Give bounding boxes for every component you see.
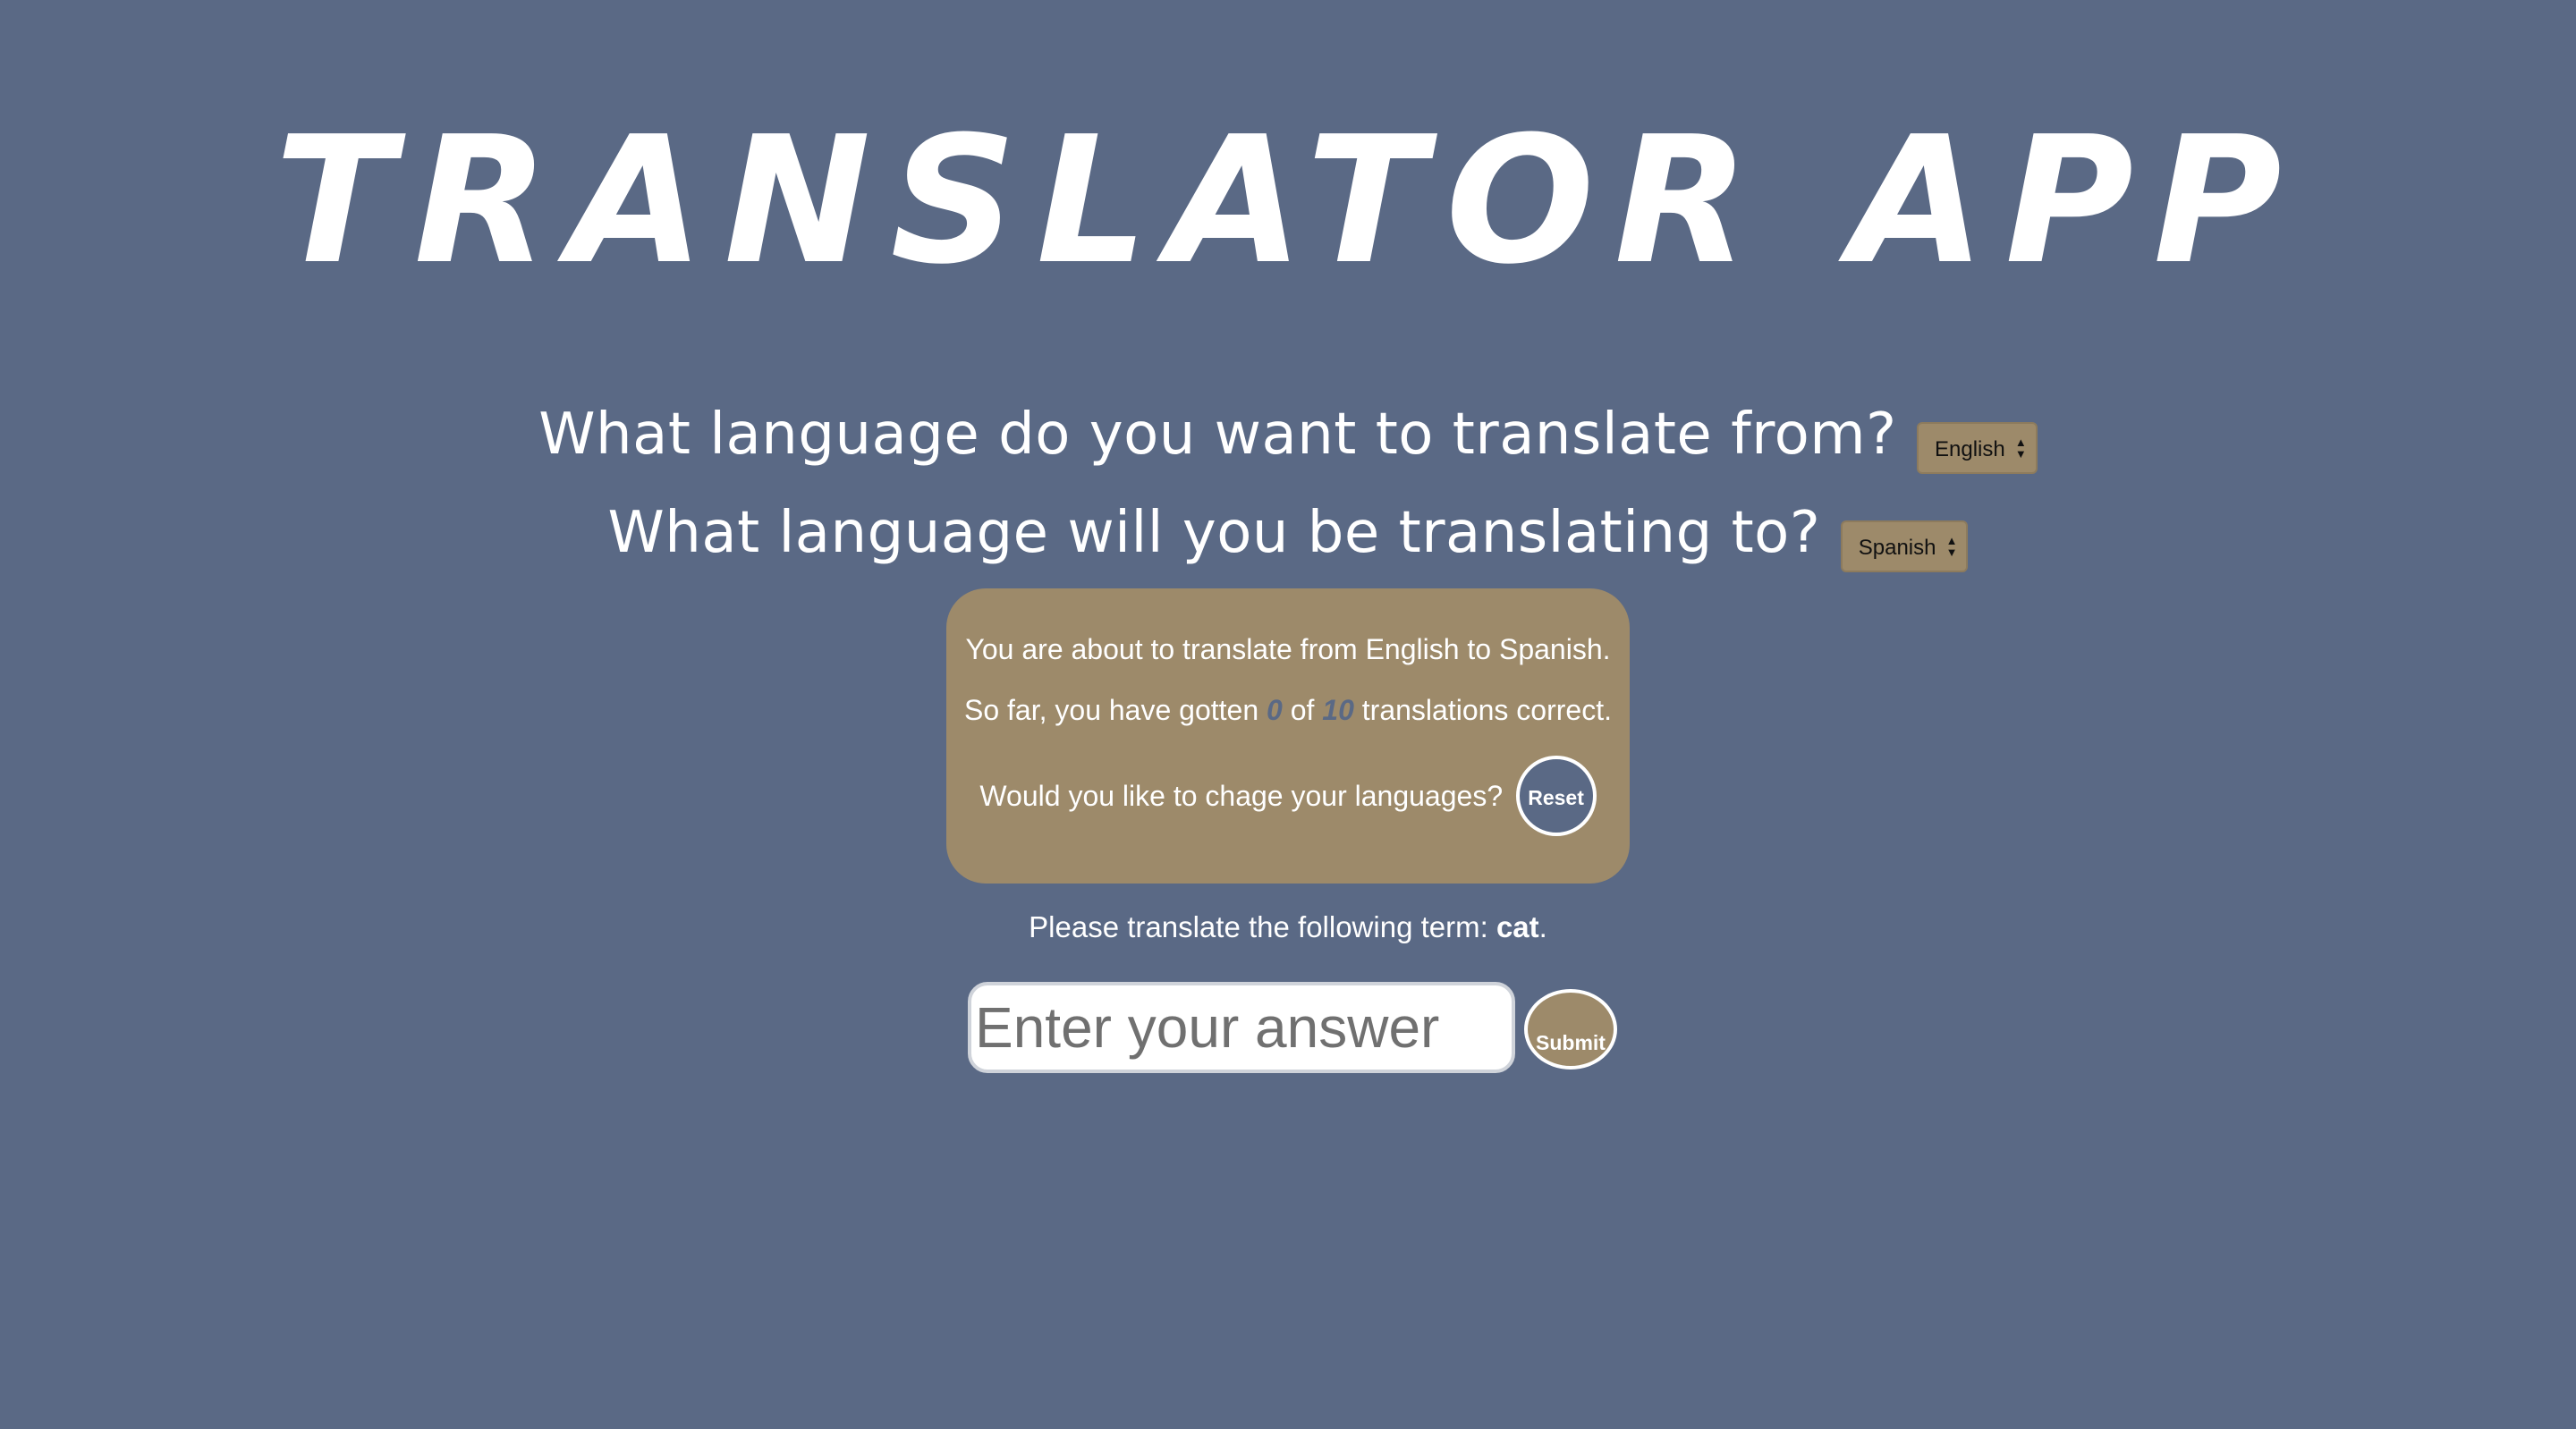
score-suffix: translations correct. <box>1361 694 1612 726</box>
from-language-select[interactable]: English ▲ ▼ <box>1917 422 2038 474</box>
prompt-period: . <box>1538 910 1547 943</box>
to-language-row: What language will you be translating to… <box>0 488 2576 578</box>
to-language-question: What language will you be translating to… <box>607 500 1821 566</box>
from-language-question: What language do you want to translate f… <box>538 402 1897 468</box>
to-language-select[interactable]: Spanish ▲ ▼ <box>1840 520 1969 572</box>
change-languages-prompt: Would you like to chage your languages? <box>979 780 1504 812</box>
answer-input[interactable] <box>968 982 1515 1073</box>
score-of: of <box>1290 694 1315 726</box>
total-count: 10 <box>1322 694 1354 726</box>
select-arrows-icon: ▲ ▼ <box>1945 534 1958 559</box>
reset-row: Would you like to chage your languages? … <box>946 755 1630 837</box>
score-prefix: So far, you have gotten <box>964 694 1259 726</box>
app-title: TRANSLATOR APP <box>275 99 2301 303</box>
score-text: So far, you have gotten 0 of 10 translat… <box>946 690 1630 730</box>
status-panel: You are about to translate from English … <box>946 588 1630 884</box>
to-language-selected: Spanish <box>1858 536 1936 560</box>
correct-count: 0 <box>1267 694 1283 726</box>
prompt-text: Please translate the following term: <box>1029 910 1488 943</box>
submit-button[interactable]: Submit <box>1524 989 1617 1070</box>
term-to-translate: cat <box>1496 910 1539 943</box>
from-language-row: What language do you want to translate f… <box>0 390 2576 479</box>
reset-button[interactable]: Reset <box>1515 756 1597 836</box>
from-language-selected: English <box>1935 437 2005 461</box>
select-arrows-icon: ▲ ▼ <box>2014 435 2027 461</box>
translate-prompt: Please translate the following term: cat… <box>0 905 2576 950</box>
translation-direction-text: You are about to translate from English … <box>965 633 1611 665</box>
